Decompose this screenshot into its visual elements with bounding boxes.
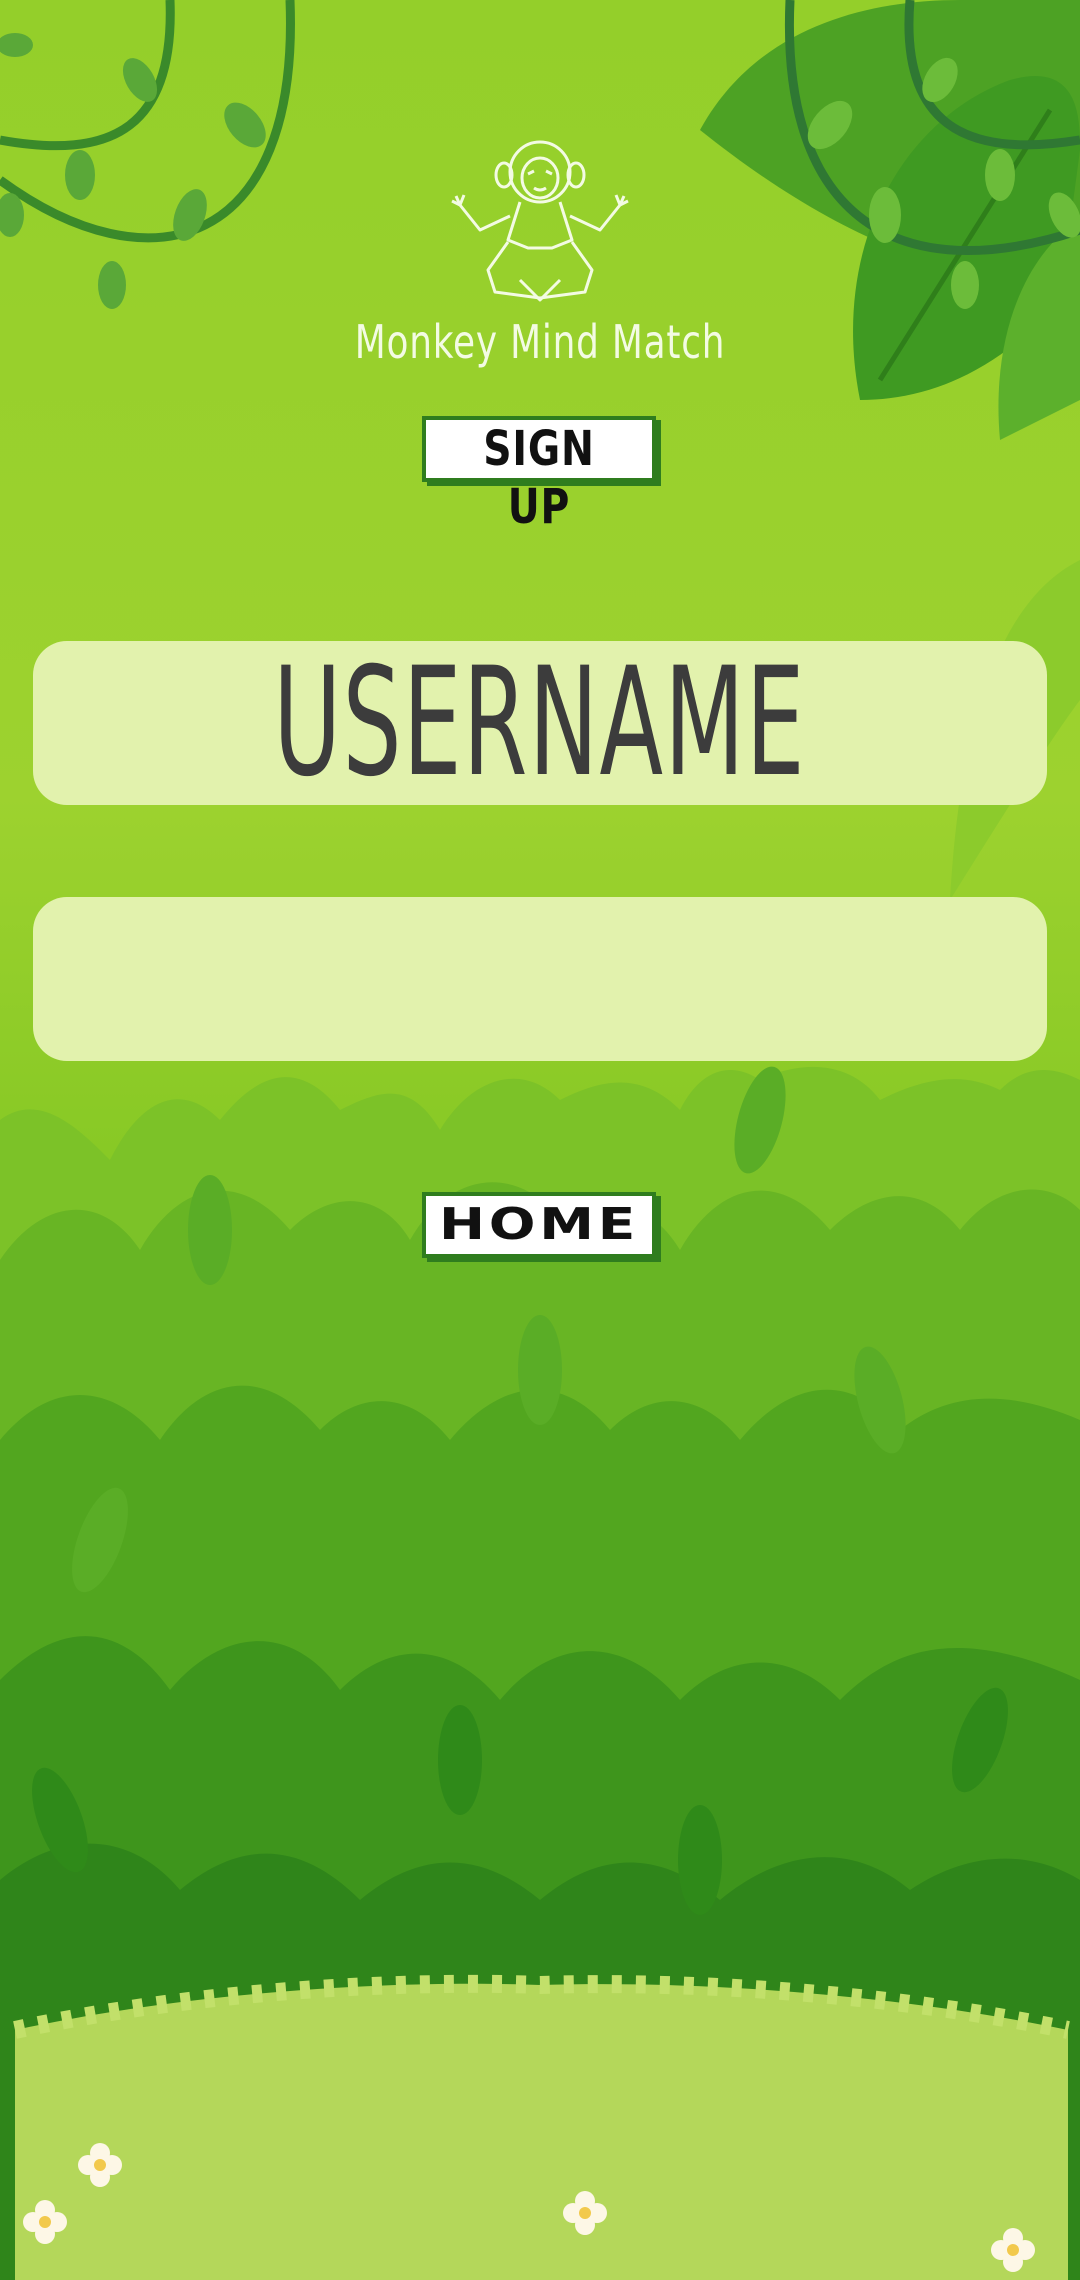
signup-button[interactable]: SIGN UP <box>422 416 656 535</box>
meditating-monkey-icon <box>451 140 629 302</box>
home-button[interactable]: HOME <box>422 1192 656 1258</box>
vine-leaves-left <box>0 33 266 309</box>
grass-clearing <box>15 1983 1068 2280</box>
second-input-field[interactable] <box>33 897 1047 1061</box>
signup-button-label: SIGN UP <box>483 421 595 535</box>
home-button-label: HOME <box>438 1199 640 1250</box>
app-title: Monkey Mind Match <box>354 315 726 369</box>
username-placeholder: USERNAME <box>273 636 807 810</box>
username-field[interactable]: USERNAME <box>33 641 1047 805</box>
